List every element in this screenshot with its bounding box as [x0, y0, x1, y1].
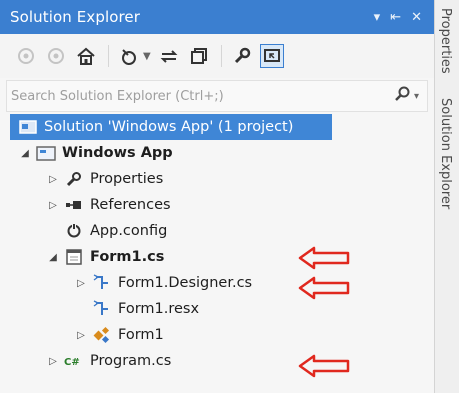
collapsed-arrow-icon[interactable]: ▷	[74, 278, 88, 289]
annotation-arrow-icon	[298, 246, 350, 270]
toolbar: ▼	[0, 34, 434, 78]
title-controls: ▾ ⇤ ✕	[374, 10, 422, 25]
search-icon[interactable]	[394, 86, 410, 107]
chevron-down-icon[interactable]: ▼	[143, 51, 151, 62]
resource-file-icon	[92, 300, 112, 318]
solution-icon	[18, 118, 38, 136]
annotation-arrow-icon	[298, 354, 350, 378]
svg-text:C#: C#	[64, 357, 80, 368]
csharp-file-icon	[92, 274, 112, 292]
tree-item-form1-resx[interactable]: Form1.resx	[0, 296, 434, 322]
collapse-all-icon[interactable]	[187, 44, 211, 68]
tab-properties[interactable]: Properties	[438, 8, 453, 74]
config-file-icon	[64, 222, 84, 240]
title-bar: Solution Explorer ▾ ⇤ ✕	[0, 0, 434, 34]
wrench-icon	[64, 170, 84, 188]
tab-solution-explorer[interactable]: Solution Explorer	[438, 98, 453, 209]
window-options-icon[interactable]: ▾	[374, 10, 381, 25]
references-icon	[64, 196, 84, 214]
sync-with-active-document-icon[interactable]	[157, 44, 181, 68]
tree-item-form1-designer[interactable]: ▷ Form1.Designer.cs	[0, 270, 434, 296]
back-icon[interactable]	[14, 44, 38, 68]
expanded-arrow-icon[interactable]: ◢	[18, 148, 32, 159]
tree-item-label: Program.cs	[90, 353, 172, 369]
collapsed-arrow-icon[interactable]: ▷	[46, 174, 60, 185]
tree-item-label: Form1.cs	[90, 249, 165, 265]
tree-item-label: App.config	[90, 223, 168, 239]
tree-item-label: References	[90, 197, 171, 213]
form-icon	[64, 248, 84, 266]
close-icon[interactable]: ✕	[411, 10, 422, 25]
tree-item-app-config[interactable]: App.config	[0, 218, 434, 244]
forward-icon[interactable]	[44, 44, 68, 68]
tree-item-solution[interactable]: Solution 'Windows App' (1 project)	[10, 114, 332, 140]
properties-wrench-icon[interactable]	[230, 44, 254, 68]
window-title: Solution Explorer	[10, 8, 141, 26]
collapsed-arrow-icon[interactable]: ▷	[46, 356, 60, 367]
tree-item-form1-cs[interactable]: ◢ Form1.cs	[0, 244, 434, 270]
search-input[interactable]	[7, 87, 394, 105]
solution-explorer-window: Solution Explorer ▾ ⇤ ✕ Properties Solut…	[0, 0, 459, 393]
expanded-arrow-icon[interactable]: ◢	[46, 252, 60, 263]
tree-item-label: Form1.resx	[118, 301, 200, 317]
tree-item-program-cs[interactable]: ▷ C# Program.cs	[0, 348, 434, 374]
toolbar-separator	[108, 45, 109, 67]
home-icon[interactable]	[74, 44, 98, 68]
search-box: ▾	[6, 80, 428, 112]
class-icon	[92, 326, 112, 344]
tree-item-references[interactable]: ▷ References	[0, 192, 434, 218]
collapsed-arrow-icon[interactable]: ▷	[74, 330, 88, 341]
pending-changes-filter-icon[interactable]	[117, 44, 141, 68]
annotation-arrow-icon	[298, 276, 350, 300]
collapsed-arrow-icon[interactable]: ▷	[46, 200, 60, 211]
toolbar-separator	[220, 45, 222, 67]
tree-item-project[interactable]: ◢ Windows App	[0, 140, 434, 166]
tree-item-properties[interactable]: ▷ Properties	[0, 166, 434, 192]
csharp-file-icon: C#	[64, 352, 84, 370]
tree-item-label: Solution 'Windows App' (1 project)	[44, 119, 294, 135]
preview-selected-items-icon[interactable]	[259, 44, 284, 68]
side-tab-strip: Properties Solution Explorer	[434, 0, 459, 393]
search-options-chevron-icon[interactable]: ▾	[414, 91, 419, 102]
tree-item-form1-class[interactable]: ▷ Form1	[0, 322, 434, 348]
tree-item-label: Form1.Designer.cs	[118, 275, 253, 291]
tree-item-label: Properties	[90, 171, 164, 187]
project-icon	[36, 144, 56, 162]
auto-hide-pin-icon[interactable]: ⇤	[390, 10, 401, 25]
tree-item-label: Windows App	[62, 145, 173, 161]
tree-item-label: Form1	[118, 327, 164, 343]
solution-tree: Solution 'Windows App' (1 project) ◢ Win…	[0, 114, 434, 374]
